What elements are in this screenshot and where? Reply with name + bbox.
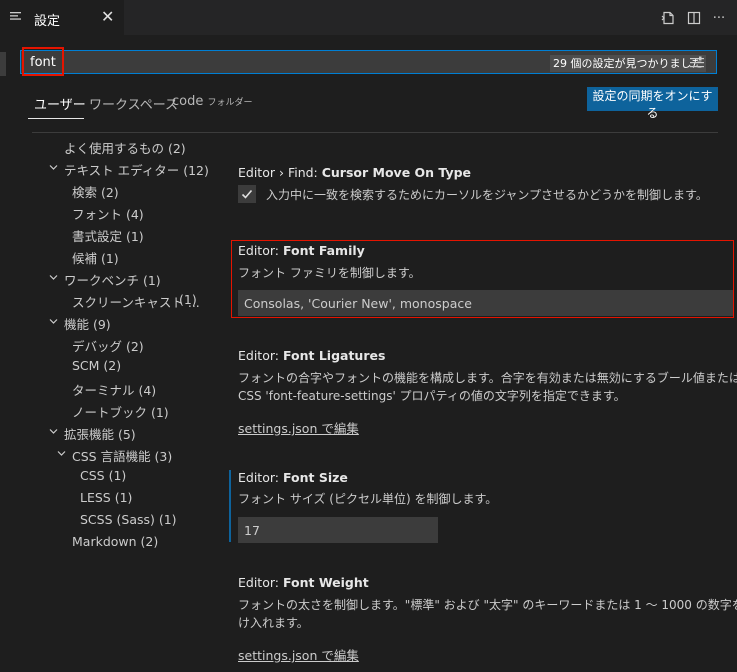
toc-markdown[interactable]: Markdown (2) <box>72 534 158 549</box>
font-weight-setting-title: Editor: Font Weight <box>238 575 369 590</box>
tab-workspace[interactable]: ワークスペース <box>89 94 178 113</box>
toc-scss[interactable]: SCSS (Sass) (1) <box>80 512 177 527</box>
font-weight-edit-in-json-link[interactable]: settings.json で編集 <box>238 645 359 664</box>
setting-name: Font Size <box>282 470 348 485</box>
chevron-down-icon[interactable] <box>57 449 66 458</box>
settings-file-icon <box>10 12 21 20</box>
font-size-input[interactable] <box>238 517 438 543</box>
font-weight-description-line2: け入れます。 <box>238 616 309 630</box>
folder-label: フォルダー <box>207 98 253 108</box>
cursor-move-setting-title: Editor › Find: Cursor Move On Type <box>238 165 471 180</box>
setting-name: Font Weight <box>282 575 369 590</box>
font-ligatures-edit-in-json-link[interactable]: settings.json で編集 <box>238 418 359 437</box>
active-tab-underline <box>28 118 84 119</box>
search-query-highlight <box>22 47 64 76</box>
toc-terminal[interactable]: ターミナル (4) <box>72 380 156 399</box>
turn-on-settings-sync-button[interactable]: 設定の同期をオンにする <box>587 87 718 120</box>
setting-name: Font Ligatures <box>282 348 386 363</box>
font-ligatures-description-line2: CSS 'font-feature-settings' プロパティの値の文字列を… <box>238 389 626 403</box>
chevron-down-icon[interactable] <box>49 427 58 436</box>
folder-name: code <box>172 94 204 109</box>
cursor-move-description: 入力中に一致を検索するためにカーソルをジャンプさせるかどうかを制御します。 <box>266 188 708 202</box>
toc-debug[interactable]: デバッグ (2) <box>72 336 144 355</box>
open-json-icon[interactable] <box>659 9 677 27</box>
setting-name: Cursor Move On Type <box>321 165 472 180</box>
setting-prefix: Editor: <box>238 470 283 485</box>
toc-scm[interactable]: SCM (2) <box>72 358 121 373</box>
toc-workbench[interactable]: ワークベンチ (1) <box>64 270 161 289</box>
split-editor-icon[interactable] <box>685 9 703 27</box>
cursor-move-checkbox[interactable] <box>238 185 256 203</box>
toc-text-editor[interactable]: テキスト エディター (12) <box>64 160 209 179</box>
toc-find[interactable]: 検索 (2) <box>72 182 119 201</box>
settings-tab-label: 設定 <box>34 14 61 29</box>
header-divider <box>32 132 718 133</box>
setting-prefix: Editor: <box>238 348 283 363</box>
toc-features[interactable]: 機能 (9) <box>64 314 111 333</box>
font-family-input[interactable] <box>238 290 733 316</box>
setting-prefix: Editor: <box>238 243 283 258</box>
setting-prefix: Editor: <box>238 575 283 590</box>
toc-css-language-features[interactable]: CSS 言語機能 (3) <box>72 446 172 465</box>
font-size-setting-title: Editor: Font Size <box>238 470 348 485</box>
side-panel-edge <box>0 52 6 76</box>
toc-less[interactable]: LESS (1) <box>80 490 132 505</box>
setting-name: Font Family <box>282 243 365 258</box>
toc-notebook[interactable]: ノートブック (1) <box>72 402 169 421</box>
check-icon <box>241 189 253 199</box>
filter-icon[interactable] <box>689 56 705 70</box>
toc-commonly-used[interactable]: よく使用するもの (2) <box>64 138 186 157</box>
tab-user[interactable]: ユーザー <box>34 94 86 113</box>
font-family-description: フォント ファミリを制御します。 <box>238 266 421 280</box>
toc-css[interactable]: CSS (1) <box>80 468 126 483</box>
chevron-down-icon[interactable] <box>49 163 58 172</box>
toc-extensions[interactable]: 拡張機能 (5) <box>64 424 136 443</box>
toc-font[interactable]: フォント (4) <box>72 204 144 223</box>
result-count-badge: 29 個の設定が見つかりました <box>550 55 706 72</box>
setting-prefix: Editor › Find: <box>238 165 322 180</box>
toc-suggestions[interactable]: 候補 (1) <box>72 248 119 267</box>
toc-formatting[interactable]: 書式設定 (1) <box>72 226 144 245</box>
font-family-setting-title: Editor: Font Family <box>238 243 365 258</box>
close-icon[interactable]: ✕ <box>101 7 114 26</box>
chevron-down-icon[interactable] <box>49 273 58 282</box>
font-ligatures-description-line1: フォントの合字やフォントの機能を構成します。合字を有効または無効にするブール値ま… <box>238 371 737 385</box>
font-weight-description-line1: フォントの太さを制御します。"標準" および "太字" のキーワードまたは 1 … <box>238 598 737 612</box>
chevron-down-icon[interactable] <box>49 317 58 326</box>
font-ligatures-setting-title: Editor: Font Ligatures <box>238 348 385 363</box>
modified-indicator <box>229 470 231 542</box>
font-size-description: フォント サイズ (ピクセル単位) を制御します。 <box>238 492 498 506</box>
more-actions-icon[interactable]: ··· <box>710 9 728 27</box>
tab-folder[interactable]: code フォルダー <box>172 94 253 109</box>
toc-screencast-count: (1) <box>179 292 197 307</box>
